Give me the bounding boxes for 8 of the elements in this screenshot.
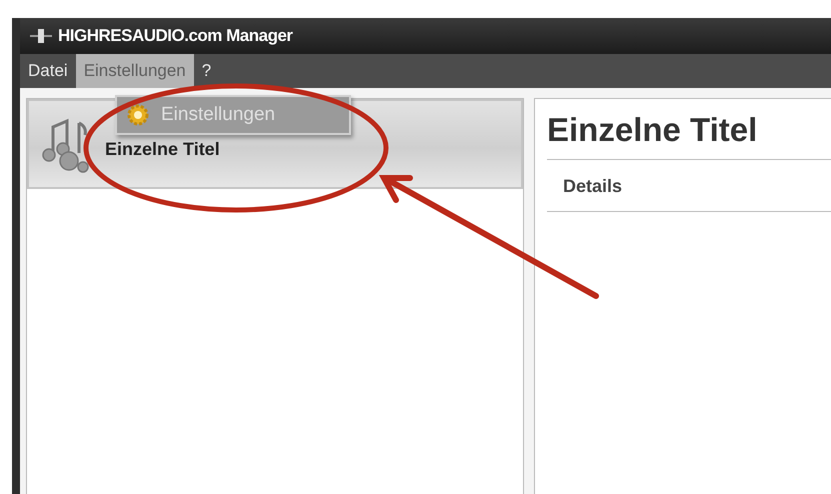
- window-title: HIGHRESAUDIO.com Manager: [58, 26, 293, 46]
- plug-icon: [30, 26, 52, 46]
- section-heading: Details: [547, 160, 831, 212]
- menu-item[interactable]: ?: [194, 54, 220, 88]
- page-heading: Einzelne Titel: [547, 99, 831, 160]
- menu-item[interactable]: Datei: [20, 54, 76, 88]
- gear-icon: [127, 104, 149, 126]
- sidebar-item-label: Einzelne Titel: [105, 138, 220, 160]
